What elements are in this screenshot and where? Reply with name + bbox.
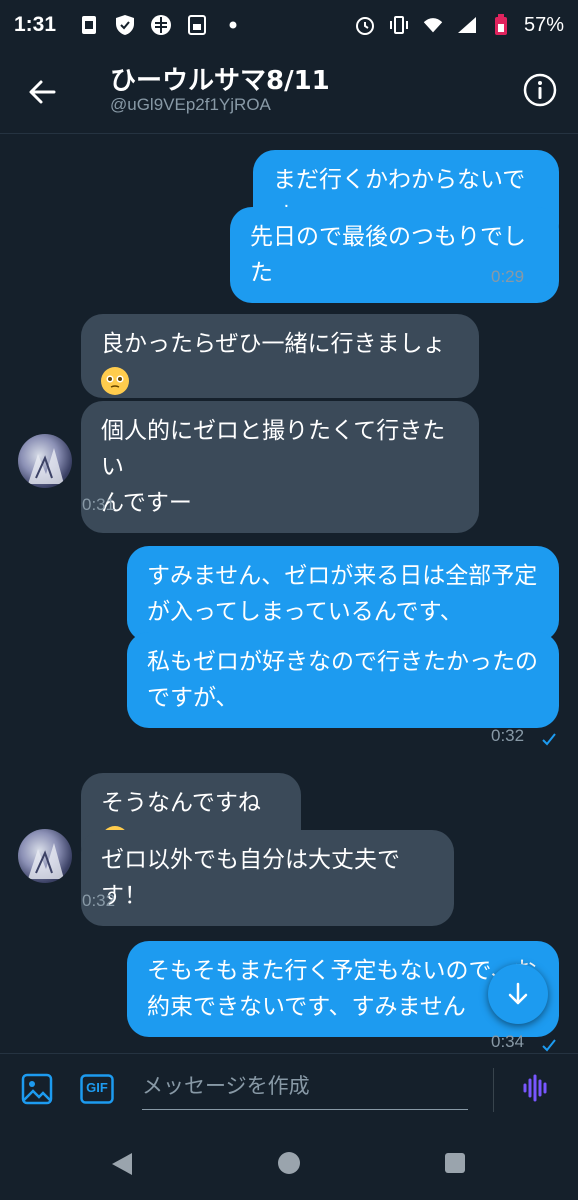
message-text: 先日ので最後のつもりでした	[250, 224, 526, 286]
sent-check-icon	[542, 733, 556, 746]
pleading-face-emoji	[101, 366, 129, 395]
message-bubble-outgoing[interactable]: 先日ので最後のつもりでした	[230, 207, 559, 303]
nav-back-icon[interactable]	[110, 1151, 134, 1181]
message-input-placeholder: メッセージを作成	[142, 1074, 310, 1098]
scroll-to-bottom-button[interactable]	[488, 964, 548, 1024]
message-timestamp: 0:32	[82, 891, 116, 910]
avatar[interactable]	[18, 434, 72, 488]
signal-icon	[456, 14, 478, 36]
message-text-line1: すみません、ゼロが来る日は全部予定	[147, 563, 538, 589]
back-arrow-icon[interactable]	[26, 76, 58, 108]
message-text-line2: ですが、	[147, 685, 239, 711]
message-bubble-outgoing[interactable]: すみません、ゼロが来る日は全部予定 が入ってしまっているんです、	[127, 546, 559, 642]
message-text-line2: んですー	[101, 490, 192, 516]
avatar[interactable]	[18, 829, 72, 883]
app-icon	[150, 14, 172, 36]
gif-label: GIF	[86, 1080, 108, 1095]
conversation-header: ひーウルサマ8/11 @uGl9VEp2f1YjROA	[0, 50, 578, 134]
status-bar: 1:31 57%	[0, 0, 578, 50]
composer-divider	[493, 1068, 494, 1112]
shield-icon	[114, 14, 136, 36]
sent-check-icon	[542, 1039, 556, 1052]
system-navigation-bar	[0, 1125, 578, 1200]
message-text-line1: 私もゼロが好きなので行きたかったの	[147, 649, 538, 675]
message-composer: GIF メッセージを作成	[0, 1053, 578, 1125]
message-bubble-incoming[interactable]: 良かったらぜひ一緒に行きましょ	[81, 314, 479, 398]
status-time: 1:31	[14, 13, 57, 36]
message-timestamp: 0:31	[82, 495, 116, 514]
message-timestamp: 0:34	[491, 1032, 525, 1051]
battery-percent: 57%	[523, 13, 564, 36]
message-input[interactable]: メッセージを作成	[142, 1068, 468, 1110]
message-text: ゼロ以外でも自分は大丈夫です！	[101, 847, 400, 909]
conversation-handle: @uGl9VEp2f1YjROA	[110, 95, 271, 114]
message-timestamp: 0:29	[491, 267, 525, 286]
arrow-down-icon	[508, 982, 528, 1005]
message-list[interactable]: まだ行くかわからないです 先日ので最後のつもりでした 0:29 良かったらぜひ一…	[0, 135, 578, 1053]
dot-icon	[222, 14, 244, 36]
message-text-line1: 個人的にゼロと撮りたくて行きたい	[101, 418, 446, 480]
message-bubble-incoming[interactable]: 個人的にゼロと撮りたくて行きたい んですー	[81, 401, 479, 533]
voice-message-icon[interactable]	[520, 1072, 552, 1104]
message-text-line1: そもそもまた行く予定もないので、お	[147, 958, 537, 984]
wifi-icon	[422, 14, 444, 36]
message-bubble-incoming[interactable]: ゼロ以外でも自分は大丈夫です！	[81, 830, 454, 926]
message-text: 良かったらぜひ一緒に行きましょ	[101, 331, 446, 357]
sim-icon	[78, 14, 100, 36]
message-bubble-outgoing[interactable]: 私もゼロが好きなので行きたかったの ですが、	[127, 632, 559, 728]
conversation-title: ひーウルサマ8/11	[110, 66, 330, 96]
save-icon	[186, 14, 208, 36]
battery-icon	[490, 14, 512, 36]
message-text-line2: 約束できないです、すみません	[147, 994, 466, 1020]
message-text: そうなんですね	[101, 790, 261, 816]
nav-recents-icon[interactable]	[445, 1153, 465, 1173]
message-timestamp: 0:32	[491, 726, 525, 745]
vibrate-icon	[388, 14, 410, 36]
nav-home-icon[interactable]	[278, 1152, 300, 1174]
message-text-line2: が入ってしまっているんです、	[147, 599, 463, 625]
sent-check-icon	[542, 274, 556, 287]
image-icon[interactable]	[20, 1072, 54, 1106]
alarm-icon	[354, 14, 376, 36]
gif-button[interactable]: GIF	[80, 1074, 114, 1104]
info-icon[interactable]	[522, 72, 558, 108]
